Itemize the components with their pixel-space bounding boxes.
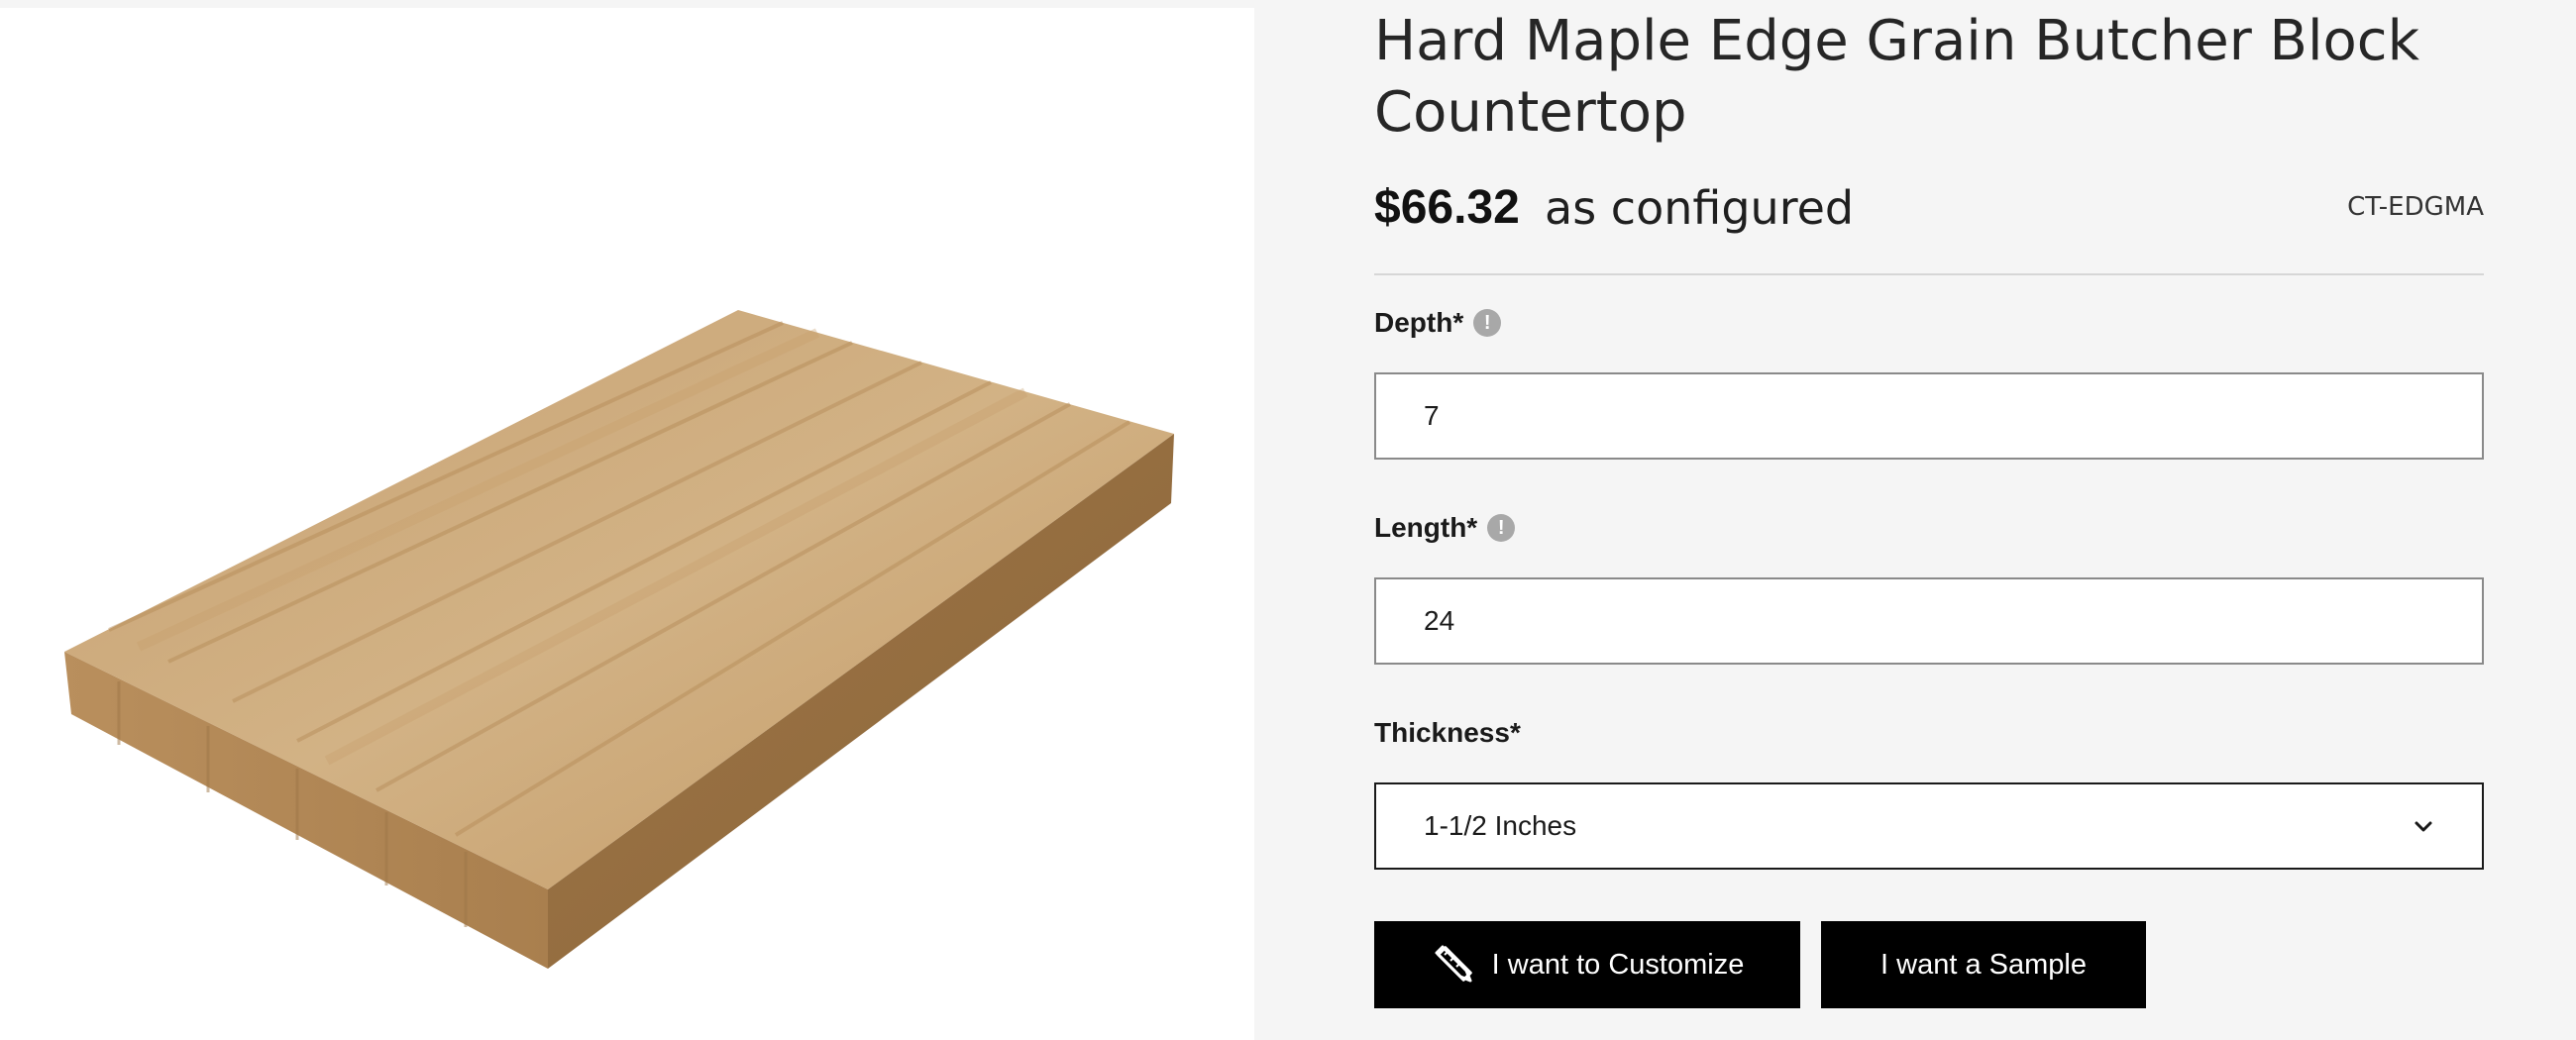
customize-button[interactable]: I want to Customize	[1374, 921, 1800, 1008]
thickness-selected-value: 1-1/2 Inches	[1424, 810, 1577, 841]
length-label-text: Length*	[1374, 512, 1478, 543]
pencil-ruler-icon	[1435, 945, 1472, 983]
butcher-block-image	[64, 310, 1174, 969]
thickness-label-text: Thickness*	[1374, 717, 1521, 748]
sample-button-label: I want a Sample	[1880, 948, 2087, 981]
thickness-select[interactable]: 1-1/2 Inches	[1374, 782, 2484, 870]
depth-input[interactable]	[1374, 372, 2484, 460]
price-suffix: as configured	[1545, 181, 1855, 235]
length-input[interactable]	[1374, 577, 2484, 665]
product-details: Hard Maple Edge Grain Butcher Block Coun…	[1374, 0, 2484, 1040]
price-row: $66.32 as configured CT-EDGMA	[1374, 176, 2484, 246]
product-price: $66.32	[1374, 181, 1520, 234]
thickness-label: Thickness*	[1374, 715, 1521, 751]
length-label: Length* !	[1374, 510, 1516, 546]
depth-label: Depth* !	[1374, 305, 1502, 341]
depth-info-icon[interactable]: !	[1473, 309, 1502, 337]
divider	[1374, 273, 2484, 275]
length-info-icon[interactable]: !	[1487, 514, 1516, 542]
depth-label-text: Depth*	[1374, 307, 1464, 338]
customize-button-label: I want to Customize	[1491, 948, 1745, 981]
sample-button[interactable]: I want a Sample	[1821, 921, 2146, 1008]
product-title: Hard Maple Edge Grain Butcher Block Coun…	[1374, 9, 2420, 145]
chevron-down-icon	[2415, 821, 2432, 832]
product-image[interactable]	[0, 8, 1254, 1040]
product-sku: CT-EDGMA	[2347, 192, 2484, 222]
